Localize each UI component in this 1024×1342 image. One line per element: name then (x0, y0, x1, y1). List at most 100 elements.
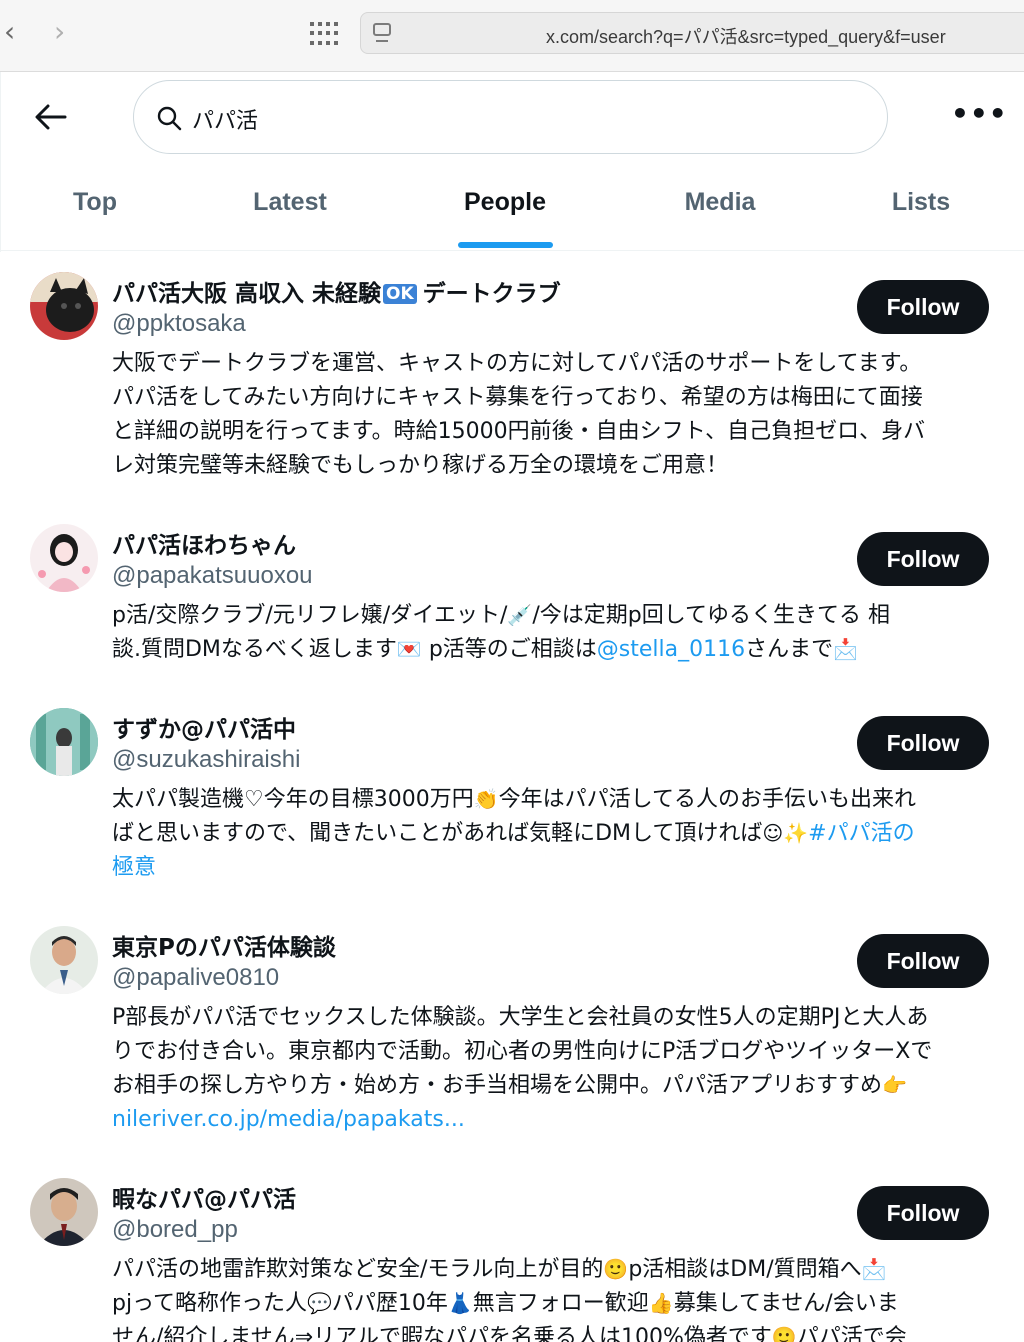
bio-text: 今年はパパ活してる人のお手伝いも出来れ (498, 787, 916, 812)
user-bio: p活/交際クラブ/元リフレ嬢/ダイエット/💉/今は定期p回してゆるく生きてる 相… (112, 599, 992, 667)
follow-button[interactable]: Follow (857, 716, 989, 770)
bio-line: りでお付き合い。東京都内で活動。初心者の男性向けにP活ブログやツイッターXで (112, 1039, 933, 1064)
user-bio: P部長がパパ活でセックスした体験談。大学生と会社員の女性5人の定期PJと大人あ … (112, 1001, 992, 1137)
user-cell[interactable]: パパ活ほわちゃん @papakatsuuoxou Follow p活/交際クラブ… (0, 520, 1024, 680)
avatar[interactable] (30, 708, 98, 776)
clapping-hands-emoji-icon: 👏 (473, 787, 499, 811)
user-bio: パパ活の地雷詐欺対策など安全/モラル向上が目的🙂p活相談はDM/質問箱へ📩 pj… (112, 1253, 992, 1342)
love-letter-emoji-icon: 💌 (396, 637, 422, 661)
bio-line: レ対策完璧等未経験でもしっかり稼げる万全の環境をご用意！ (112, 453, 729, 478)
user-handle[interactable]: @papakatsuuoxou (112, 562, 313, 590)
speech-bubble-emoji-icon: 💬 (306, 1291, 332, 1315)
face-emoji-icon: 🙂 (771, 1325, 797, 1342)
bio-text: せん/紹介しません⇒リアルで暇なパパを名乗る人は100%偽者です (112, 1325, 772, 1342)
hashtag-link[interactable]: 極意 (112, 855, 156, 880)
bio-line: 大阪でデートクラブを運営、キャストの方に対してパパ活のサポートをしてます。 (112, 351, 922, 376)
user-cell[interactable]: 東京Pのパパ活体験談 @papalive0810 Follow P部長がパパ活で… (0, 922, 1024, 1152)
thumbs-up-emoji-icon: 👍 (648, 1291, 674, 1315)
dress-emoji-icon: 👗 (447, 1291, 473, 1315)
smiling-face-emoji-icon: ☺ (762, 821, 784, 845)
bio-line: と詳細の説明を行ってます。時給15000円前後・自由シフト、自己負担ゼロ、身バ (112, 419, 926, 444)
bio-line: nileriver.co.jp/media/papakats... (112, 1103, 992, 1137)
avatar[interactable] (30, 524, 98, 592)
bio-line: p活/交際クラブ/元リフレ嬢/ダイエット/💉/今は定期p回してゆるく生きてる 相 (112, 599, 992, 633)
hashtag-link[interactable]: #パパ活の (808, 821, 914, 846)
follow-button[interactable]: Follow (857, 1186, 989, 1240)
bio-text: 談.質問DMなるべく返します (112, 637, 397, 662)
bio-text: /今は定期p回してゆるく生きてる 相 (532, 603, 891, 628)
bio-line: お相手の探し方やり方・始め方・お手当相場を公開中。パパ活アプリおすすめ👉 (112, 1069, 992, 1103)
browser-back-icon[interactable]: ‹ (4, 18, 28, 48)
tab-media[interactable]: Media (669, 188, 771, 244)
bio-line: せん/紹介しません⇒リアルで暇なパパを名乗る人は100%偽者です🙂パパ活で会 (112, 1321, 992, 1342)
tab-lists[interactable]: Lists (879, 188, 963, 244)
back-arrow-icon[interactable] (33, 102, 67, 132)
page-info-icon[interactable] (373, 23, 391, 45)
url-text[interactable]: x.com/search?q=パパ活&src=typed_query&f=use… (546, 23, 946, 49)
mention-link[interactable]: @stella_0116 (597, 637, 745, 662)
bio-line: 太パパ製造機♡今年の目標3000万円👏今年はパパ活してる人のお手伝いも出来れ (112, 783, 992, 817)
follow-button[interactable]: Follow (857, 532, 989, 586)
face-emoji-icon: 🙂 (603, 1257, 629, 1281)
display-name[interactable]: 暇なパパ@パパ活 (112, 1180, 296, 1214)
user-handle[interactable]: @ppktosaka (112, 310, 246, 338)
website-link[interactable]: nileriver.co.jp/media/papakats... (112, 1107, 465, 1132)
active-tab-indicator (458, 242, 553, 248)
bio-text: ばと思いますので、聞きたいことがあれば気軽にDMして頂ければ (112, 821, 763, 846)
search-tabs: Top Latest People Media Lists (1, 172, 1024, 252)
bio-line: パパ活の地雷詐欺対策など安全/モラル向上が目的🙂p活相談はDM/質問箱へ📩 (112, 1253, 992, 1287)
user-cell[interactable]: 暇なパパ@パパ活 @bored_pp Follow パパ活の地雷詐欺対策など安全… (0, 1174, 1024, 1342)
bio-text: お相手の探し方やり方・始め方・お手当相場を公開中。パパ活アプリおすすめ (112, 1073, 883, 1098)
bio-text: 無言フォロー歓迎 (472, 1291, 649, 1316)
avatar[interactable] (30, 272, 98, 340)
bio-text: パパ活で会 (796, 1325, 907, 1342)
bio-text: p活/交際クラブ/元リフレ嬢/ダイエット/ (112, 603, 508, 628)
display-name[interactable]: パパ活大阪 高収入 未経験 OK デートクラブ (112, 274, 561, 308)
inbox-tray-emoji-icon: 📩 (861, 1257, 887, 1281)
bio-line: ばと思いますので、聞きたいことがあれば気軽にDMして頂ければ☺✨#パパ活の (112, 817, 992, 851)
user-cell[interactable]: すずか@パパ活中 @suzukashiraishi Follow 太パパ製造機♡… (0, 704, 1024, 904)
header-divider (0, 250, 1024, 251)
bio-text: p活等のご相談は (421, 637, 597, 662)
inbox-tray-emoji-icon: 📩 (833, 637, 859, 661)
pointing-right-emoji-icon: 👉 (882, 1073, 907, 1097)
search-input[interactable]: パパ活 (133, 80, 888, 154)
avatar[interactable] (30, 1178, 98, 1246)
bio-text: さんまで (745, 637, 834, 662)
user-handle[interactable]: @suzukashiraishi (112, 746, 300, 774)
display-name[interactable]: パパ活ほわちゃん (112, 526, 296, 560)
follow-button[interactable]: Follow (857, 280, 989, 334)
bio-text: pjって略称作った人 (112, 1291, 307, 1316)
user-cell[interactable]: パパ活大阪 高収入 未経験 OK デートクラブ @ppktosaka Follow … (0, 268, 1024, 498)
search-icon (157, 106, 182, 131)
user-handle[interactable]: @papalive0810 (112, 964, 279, 992)
address-bar[interactable]: x.com/search?q=パパ活&src=typed_query&f=use… (360, 12, 1024, 54)
bio-line: P部長がパパ活でセックスした体験談。大学生と会社員の女性5人の定期PJと大人あ (112, 1005, 929, 1030)
sparkles-emoji-icon: ✨ (783, 821, 809, 845)
tab-people[interactable]: People (451, 188, 559, 244)
display-name-text: パパ活大阪 高収入 未経験 (112, 281, 382, 307)
avatar[interactable] (30, 926, 98, 994)
bio-text: p活相談はDM/質問箱へ (628, 1257, 862, 1282)
user-bio: 大阪でデートクラブを運営、キャストの方に対してパパ活のサポートをしてます。 パパ… (112, 347, 992, 483)
tab-top[interactable]: Top (53, 188, 137, 244)
search-query-text[interactable]: パパ活 (192, 103, 258, 135)
bio-line: 談.質問DMなるべく返します💌 p活等のご相談は@stella_0116さんまで… (112, 633, 992, 667)
follow-button[interactable]: Follow (857, 934, 989, 988)
browser-forward-icon[interactable]: › (54, 18, 78, 48)
bio-text: パパ活の地雷詐欺対策など安全/モラル向上が目的 (112, 1257, 604, 1282)
bio-text: パパ歴10年 (331, 1291, 448, 1316)
browser-toolbar: ‹ › x.com/search?q=パパ活&src=typed_query&f… (0, 0, 1024, 72)
bio-line: パパ活をしてみたい方向けにキャスト募集を行っており、希望の方は梅田にて面接 (112, 385, 923, 410)
display-name[interactable]: すずか@パパ活中 (112, 710, 296, 744)
tab-overview-grid-icon[interactable] (310, 22, 340, 46)
display-name-text-suffix: デートクラブ (422, 281, 561, 307)
ok-badge: OK (383, 284, 417, 304)
more-options-icon[interactable]: ••• (951, 100, 1007, 128)
syringe-emoji-icon: 💉 (507, 603, 533, 627)
display-name[interactable]: 東京Pのパパ活体験談 (112, 928, 336, 962)
user-handle[interactable]: @bored_pp (112, 1216, 238, 1244)
bio-text: 募集してません/会いま (673, 1291, 899, 1316)
tab-latest[interactable]: Latest (239, 188, 341, 244)
bio-line: pjって略称作った人💬パパ歴10年👗無言フォロー歓迎👍募集してません/会いま (112, 1287, 992, 1321)
